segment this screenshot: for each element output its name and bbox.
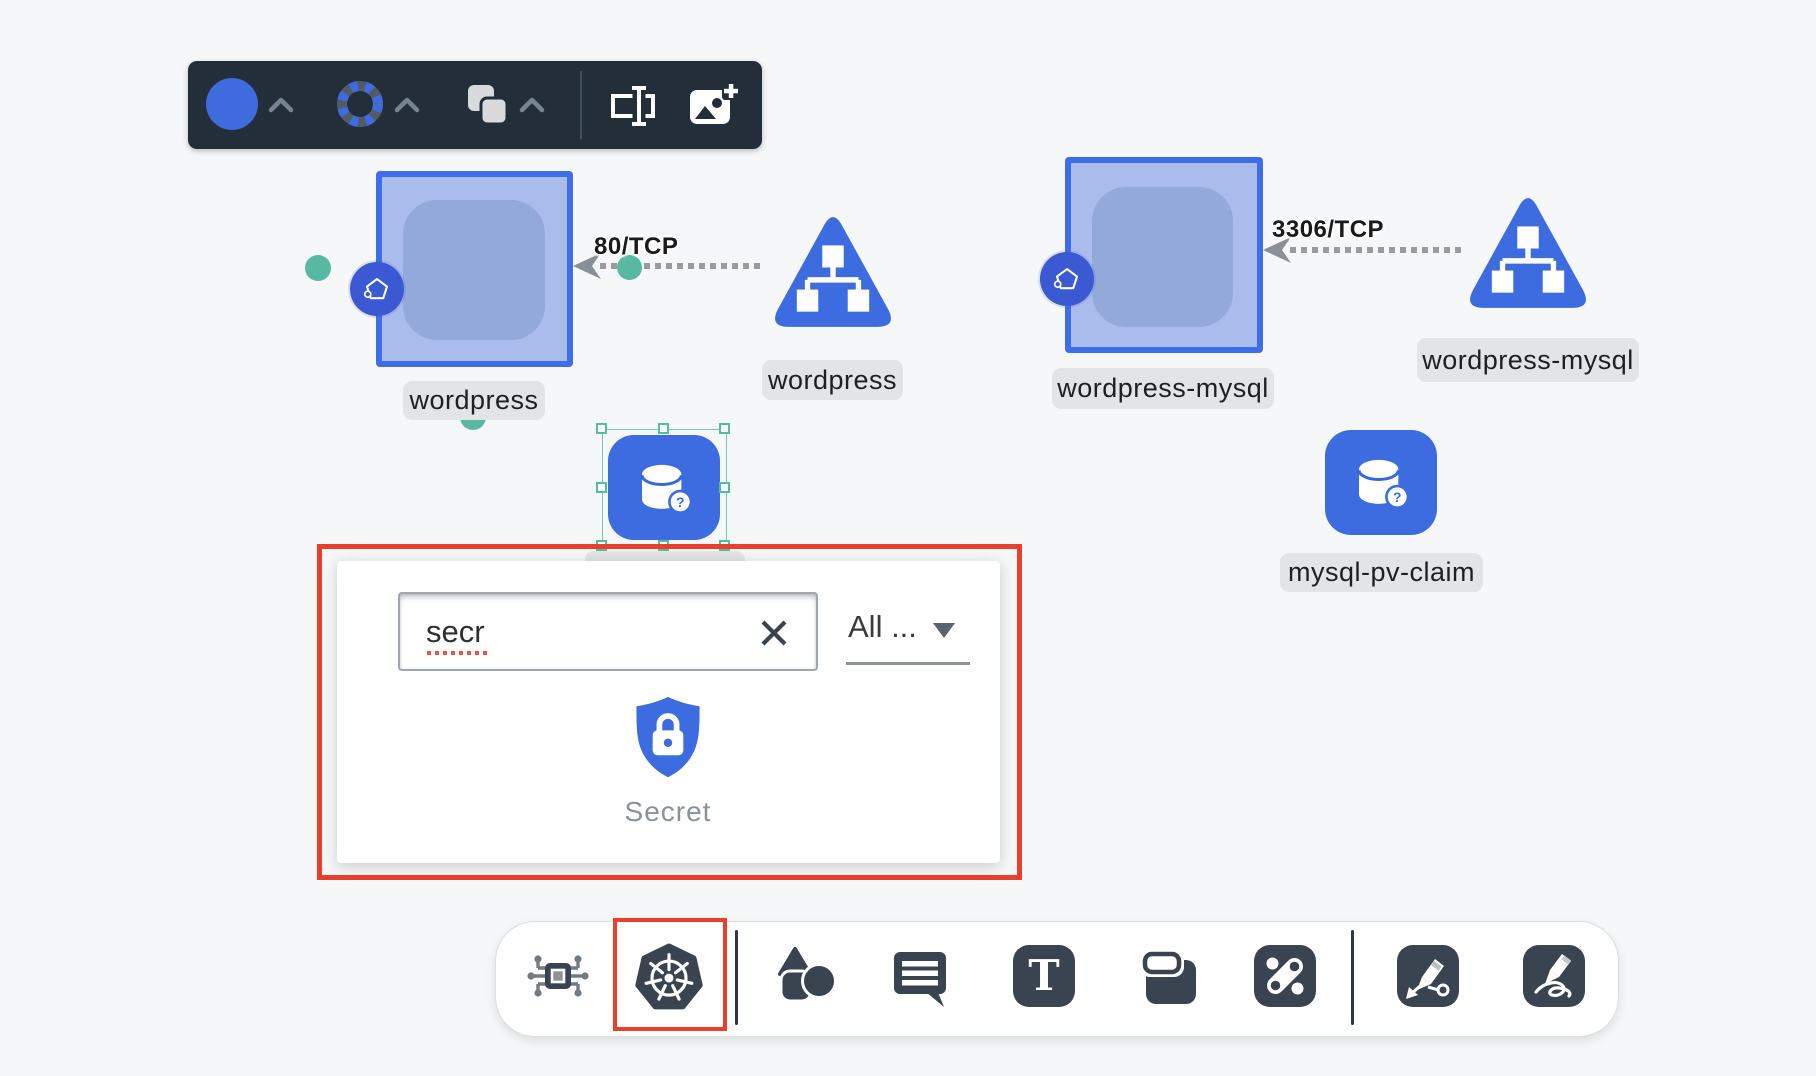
stroke-color-swatch[interactable] — [336, 80, 384, 128]
pod-inner-shape — [1092, 187, 1233, 327]
add-image-icon[interactable] — [688, 82, 740, 130]
svg-text:?: ? — [1393, 489, 1401, 505]
pen-arrow-icon — [1396, 944, 1460, 1008]
shapes-icon — [774, 944, 838, 1008]
kubernetes-tool-button[interactable] — [635, 943, 703, 1011]
selection-handle[interactable] — [596, 423, 607, 434]
selection-box — [602, 429, 727, 548]
comment-icon — [888, 944, 952, 1008]
tool-palette: T — [495, 921, 1619, 1037]
chevron-up-icon[interactable] — [519, 97, 545, 113]
palette-separator — [1351, 930, 1354, 1025]
result-label: Secret — [598, 796, 738, 828]
close-icon — [757, 616, 791, 650]
canvas[interactable]: wordpress 80/TCP wordpress wordpress-mys… — [0, 0, 1816, 1076]
database-question-icon: ? — [1342, 446, 1420, 520]
edge-label: 80/TCP — [594, 233, 678, 261]
spellcheck-underline — [427, 651, 489, 655]
style-toolbar — [188, 61, 762, 149]
selection-handle[interactable] — [719, 423, 730, 434]
connector-link-icon — [1253, 944, 1317, 1008]
toolbar-separator — [580, 71, 582, 139]
label-text: wordpress-mysql — [1422, 345, 1634, 376]
edge-label: 3306/TCP — [1272, 216, 1384, 244]
selection-handle[interactable] — [719, 540, 730, 551]
comment-tool-button[interactable] — [886, 942, 954, 1010]
rename-icon[interactable] — [609, 82, 661, 130]
frame-tool-button[interactable] — [1136, 942, 1204, 1010]
infrastructure-tool-button[interactable] — [524, 942, 592, 1010]
copy-style-icon[interactable] — [464, 81, 512, 129]
pod-node-wordpress-mysql[interactable] — [1065, 157, 1263, 353]
pod-inner-shape — [403, 200, 545, 340]
fill-color-swatch[interactable] — [206, 78, 258, 130]
pentagon-icon — [360, 272, 394, 306]
label-text: wordpress-mysql — [1057, 373, 1269, 404]
node-label-wordpress-service[interactable]: wordpress — [762, 360, 903, 400]
chevron-up-icon[interactable] — [268, 97, 294, 113]
node-label-mysql-pv-claim[interactable]: mysql-pv-claim — [1280, 553, 1483, 592]
text-tool-button[interactable]: T — [1010, 942, 1078, 1010]
chevron-down-icon — [933, 623, 955, 638]
shape-search-popup: All ... Secret — [337, 561, 1000, 863]
pod-node-wordpress[interactable] — [376, 171, 573, 367]
draw-connection-tool-button[interactable] — [1394, 942, 1462, 1010]
service-node-wordpress-mysql[interactable] — [1461, 185, 1595, 323]
selection-handle[interactable] — [596, 540, 607, 551]
filter-value: All ... — [848, 609, 917, 645]
label-text: wordpress — [409, 385, 538, 416]
connection-handle[interactable] — [305, 255, 331, 281]
chevron-up-icon[interactable] — [394, 97, 420, 113]
pentagon-icon — [1050, 262, 1084, 296]
selection-handle[interactable] — [596, 482, 607, 493]
node-label-wordpress-mysql-service[interactable]: wordpress-mysql — [1417, 338, 1639, 382]
node-label-wordpress-pod[interactable]: wordpress — [403, 381, 545, 420]
frame-icon — [1138, 944, 1202, 1008]
search-result-secret[interactable]: Secret — [598, 686, 738, 836]
service-node-wordpress[interactable] — [766, 204, 900, 342]
label-text: mysql-pv-claim — [1288, 557, 1475, 588]
clear-search-button[interactable] — [752, 611, 796, 655]
pencil-scribble-icon — [1522, 944, 1586, 1008]
pvc-node-mysql-pv-claim[interactable]: ? — [1325, 430, 1437, 535]
text-icon: T — [1012, 944, 1076, 1008]
selection-handle[interactable] — [658, 540, 669, 551]
dropdown-underline — [846, 662, 970, 665]
label-text: wordpress — [768, 365, 897, 396]
kubernetes-helm-icon — [635, 943, 703, 1011]
pod-badge-icon[interactable] — [1040, 252, 1094, 306]
kind-filter-dropdown[interactable]: All ... — [842, 609, 972, 669]
selection-handle[interactable] — [719, 482, 730, 493]
circuit-chip-icon — [526, 944, 590, 1008]
connector-tool-button[interactable] — [1251, 942, 1319, 1010]
node-label-wordpress-mysql-pod[interactable]: wordpress-mysql — [1052, 368, 1274, 409]
freehand-draw-tool-button[interactable] — [1520, 942, 1588, 1010]
edge-dotted-line — [1290, 247, 1462, 253]
svg-text:T: T — [1028, 951, 1059, 1000]
shapes-tool-button[interactable] — [772, 942, 840, 1010]
selection-handle[interactable] — [658, 423, 669, 434]
pod-badge-icon[interactable] — [350, 262, 404, 316]
shield-lock-icon — [629, 694, 707, 782]
palette-separator — [735, 930, 738, 1025]
